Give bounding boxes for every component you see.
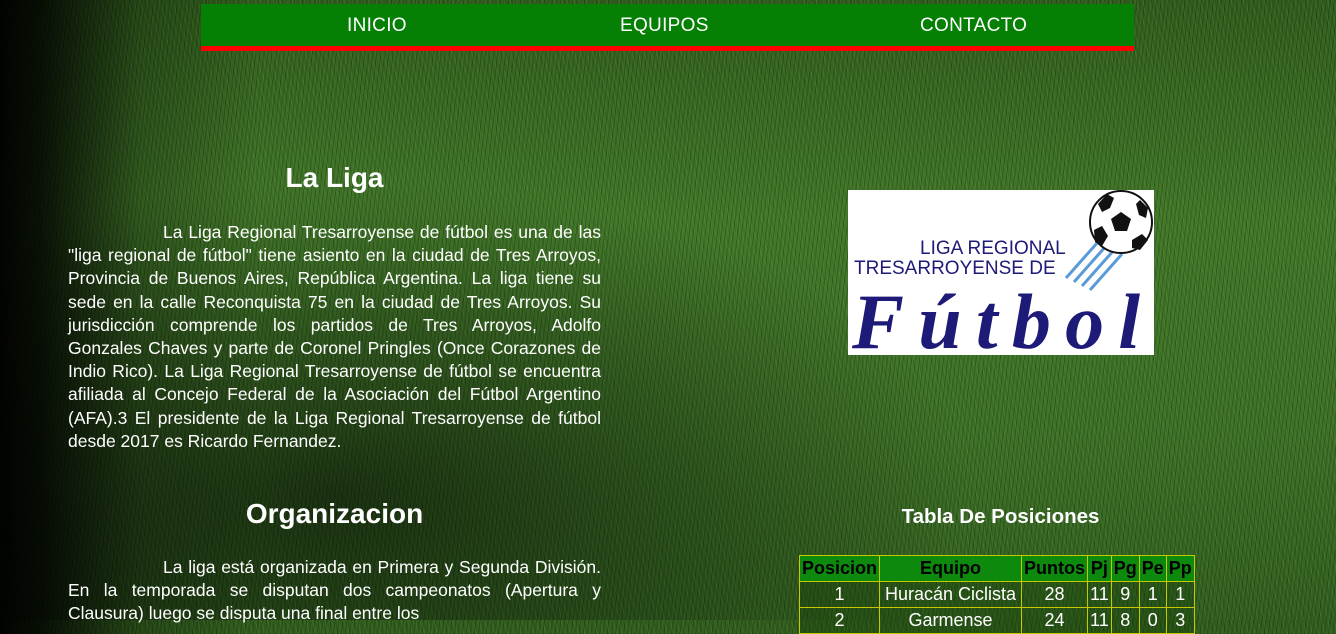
cell-pj: 11 xyxy=(1087,607,1112,634)
cell-puntos: 28 xyxy=(1021,581,1089,608)
section-title-la-liga: La Liga xyxy=(285,162,384,193)
table-row: 2 Garmense 24 11 8 0 3 xyxy=(798,607,1195,634)
cell-pe: 0 xyxy=(1138,607,1167,634)
top-navigation-bar: INICIO EQUIPOS CONTACTO xyxy=(201,4,1134,51)
liga-logo-graphic: LIGA REGIONAL TRESARROYENSE DE Fútbol xyxy=(851,190,1153,365)
organizacion-paragraph: La liga está organizada en Primera y Seg… xyxy=(68,557,601,624)
cell-pg: 8 xyxy=(1110,607,1140,634)
column-header-puntos: Puntos xyxy=(1021,555,1089,582)
nav-link-inicio[interactable]: INICIO xyxy=(347,15,407,37)
column-header-pj: Pj xyxy=(1087,555,1112,582)
soccer-ball-icon xyxy=(1089,190,1153,254)
column-header-pg: Pg xyxy=(1110,555,1140,582)
nav-link-contacto[interactable]: CONTACTO xyxy=(920,15,1027,37)
liga-logo: LIGA REGIONAL TRESARROYENSE DE Fútbol xyxy=(848,190,1154,365)
cell-pj: 11 xyxy=(1087,581,1112,608)
logo-line1: LIGA REGIONAL xyxy=(920,238,1066,259)
cell-pp: 1 xyxy=(1165,581,1195,608)
column-header-posicion: Posicion xyxy=(798,555,881,582)
column-header-equipo: Equipo xyxy=(879,555,1023,582)
logo-line2: TRESARROYENSE DE xyxy=(854,258,1056,279)
cell-posicion: 2 xyxy=(798,607,881,634)
column-header-pe: Pe xyxy=(1138,555,1167,582)
cell-puntos: 24 xyxy=(1021,607,1089,634)
table-row: 1 Huracán Ciclista 28 11 9 1 1 xyxy=(798,581,1195,608)
nav-link-equipos[interactable]: EQUIPOS xyxy=(620,15,709,37)
table-header-row: Posicion Equipo Puntos Pj Pg Pe Pp xyxy=(798,555,1195,582)
la-liga-paragraph: La Liga Regional Tresarroyense de fútbol… xyxy=(68,222,601,451)
logo-word: Fútbol xyxy=(851,278,1140,355)
cell-pe: 1 xyxy=(1138,581,1167,608)
cell-pg: 9 xyxy=(1110,581,1140,608)
cell-equipo: Garmense xyxy=(879,607,1023,634)
standings-table: Posicion Equipo Puntos Pj Pg Pe Pp 1 Hur… xyxy=(798,555,1195,634)
section-title-organizacion: Organizacion xyxy=(245,498,424,529)
cell-equipo: Huracán Ciclista xyxy=(879,581,1023,608)
table-title: Tabla De Posiciones xyxy=(901,505,1100,528)
column-header-pp: Pp xyxy=(1165,555,1195,582)
cell-pp: 3 xyxy=(1165,607,1195,634)
cell-posicion: 1 xyxy=(798,581,881,608)
